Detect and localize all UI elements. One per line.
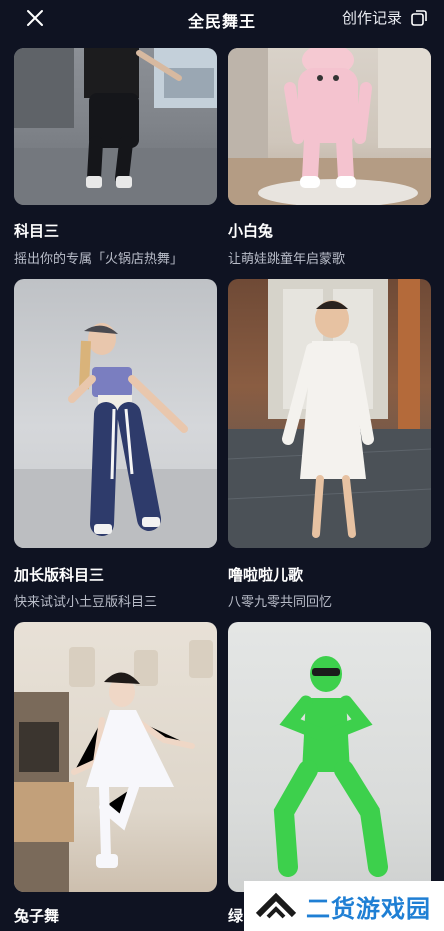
dancer-illustration [273,656,388,877]
dancer-illustration [14,323,217,548]
child-illustration [228,48,431,205]
top-bar: 全民舞王 创作记录 [0,0,444,38]
dance-subtitle: 快来试试小土豆版科目三 [14,594,158,609]
dance-thumbnail[interactable] [228,48,431,205]
dance-subtitle: 八零九零共同回忆 [228,594,333,609]
dance-thumbnail[interactable] [228,622,431,892]
dance-title: 噜啦啦儿歌 [228,567,304,584]
dance-card-kemusan[interactable]: 科目三 摇出你的专属「火锅店热舞」 [14,48,217,270]
history-icon [411,9,427,26]
chevron-up-logo-icon [255,892,297,919]
dance-subtitle: 让萌娃跳童年启蒙歌 [228,251,346,266]
dance-title: 绿 [228,908,244,925]
site-watermark: 二货游戏园 [244,881,444,931]
dance-title: 兔子舞 [14,908,60,925]
dance-card-lulala[interactable]: 噜啦啦儿歌 八零九零共同回忆 [228,279,431,609]
dance-thumbnail[interactable] [228,279,431,548]
dance-thumbnail[interactable] [14,279,217,548]
creation-records-button[interactable]: 创作记录 [342,7,428,28]
dance-title: 科目三 [14,223,60,240]
dance-thumbnail[interactable] [14,48,217,205]
child-illustration [228,279,431,548]
dance-thumbnail[interactable] [14,622,217,892]
dancer-illustration [14,48,217,205]
dance-card-tuziwu[interactable]: 兔子舞 [14,622,217,931]
dance-title: 加长版科目三 [14,567,105,584]
dance-title: 小白兔 [228,223,274,240]
dancer-illustration [14,640,213,892]
dance-card-extended-kemusan[interactable]: 加长版科目三 快来试试小土豆版科目三 [14,279,217,609]
watermark-text: 二货游戏园 [306,895,431,923]
creation-records-label: 创作记录 [341,10,402,27]
dance-subtitle: 摇出你的专属「火锅店热舞」 [14,251,184,266]
dance-card-xiaobaitu[interactable]: 小白兔 让萌娃跳童年启蒙歌 [228,48,431,270]
